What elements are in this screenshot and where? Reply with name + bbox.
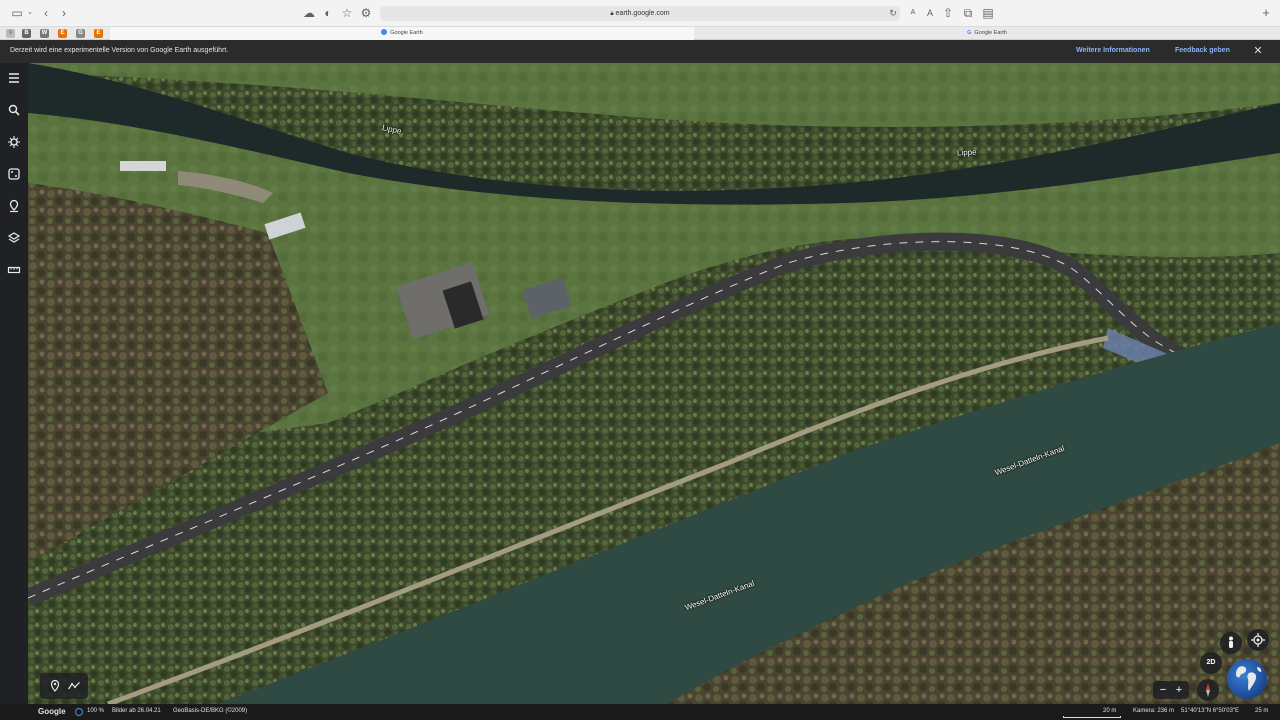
close-icon[interactable]: ✕ (1252, 45, 1264, 57)
voyager-icon[interactable] (6, 134, 22, 150)
zoom-out-button[interactable]: − (1157, 683, 1169, 697)
imagery-date[interactable]: Bilder ab 26.04.21 (112, 708, 161, 714)
shield-icon[interactable]: ◐ (322, 6, 334, 20)
scale-bar (1063, 716, 1121, 718)
label-lippe-2[interactable]: Lippe (957, 147, 977, 157)
street-view-button[interactable] (1220, 632, 1242, 654)
experimental-notice-bar: Derzeit wird eine experimentelle Version… (0, 40, 1280, 63)
tab-google-earth[interactable]: G Google Earth (694, 27, 1280, 40)
zoom-in-button[interactable]: + (1173, 683, 1185, 697)
text-smaller-icon[interactable]: A (908, 6, 918, 20)
feedback-link[interactable]: Feedback geben (1175, 47, 1230, 54)
back-icon[interactable]: ‹ (40, 6, 52, 20)
bookmarks-icon[interactable]: ≡ (6, 29, 15, 38)
path-icon[interactable] (67, 679, 81, 693)
share-icon[interactable]: ⇧ (942, 6, 954, 20)
lock-icon: 🔒︎ (610, 11, 614, 17)
google-g-icon: G (967, 30, 972, 36)
tab-title: Google Earth (390, 30, 423, 36)
attribution[interactable]: GeoBasis-DE/BKG (©2009) (173, 708, 247, 714)
globe-minimap[interactable] (1227, 659, 1267, 699)
sidebar-toggle-icon[interactable]: ▭ (10, 6, 24, 20)
google-logo: Google (38, 707, 66, 716)
tab-title: Google Earth (974, 30, 1007, 36)
menu-icon[interactable] (6, 70, 22, 86)
forward-icon[interactable]: › (58, 6, 70, 20)
status-bar: Google 100 % Bilder ab 26.04.21 GeoBasis… (0, 704, 1280, 720)
zoom-controls: − + (1153, 681, 1189, 699)
tab-google-earth-active[interactable]: Google Earth (110, 27, 694, 40)
more-info-link[interactable]: Weitere Informationen (1076, 47, 1150, 54)
notice-text: Derzeit wird eine experimentelle Version… (10, 47, 229, 54)
chevron-down-icon[interactable]: ⌄ (26, 6, 34, 20)
google-earth-favicon-icon (381, 29, 388, 35)
tab-strip: ≡ B W E G E Google Earth G Google Earth (0, 27, 1280, 40)
my-location-icon (1251, 633, 1265, 647)
map-style-icon[interactable] (6, 230, 22, 246)
map-tools-panel (40, 673, 88, 699)
text-larger-icon[interactable]: A (924, 6, 936, 20)
pegman-icon (1229, 636, 1233, 648)
new-tab-icon[interactable]: + (1260, 6, 1272, 20)
loading-ring-icon (75, 708, 83, 716)
place-pin-icon[interactable] (48, 679, 62, 693)
bookmark-item[interactable]: G (76, 29, 85, 38)
cloud-icon[interactable]: ☁ (302, 6, 316, 20)
elevation: 25 m (1255, 708, 1269, 714)
camera-altitude: Kamera: 236 m (1133, 708, 1175, 714)
compass-button[interactable] (1197, 679, 1219, 701)
map-view[interactable]: Lippe Lippe Wesel-Datteln-Kanal Wesel-Da… (28, 63, 1280, 704)
star-icon[interactable]: ☆ (341, 6, 353, 20)
toggle-2d-button[interactable]: 2D (1200, 652, 1222, 674)
extension-icon[interactable]: ▤ (982, 6, 994, 20)
scale-label: 20 m (1103, 708, 1117, 714)
loading-percent: 100 % (87, 708, 105, 714)
reload-icon[interactable]: ↻ (888, 6, 898, 20)
projects-icon[interactable] (6, 198, 22, 214)
browser-toolbar: ▭ ⌄ ‹ › ☁ ◐ ☆ ⚙ 🔒︎ earth.google.com ↻ A … (0, 0, 1280, 27)
globe-icon (1236, 666, 1262, 691)
bookmark-item[interactable]: E (94, 29, 103, 38)
bookmark-item[interactable]: W (40, 29, 49, 38)
url-text: earth.google.com (615, 10, 670, 17)
left-toolbar (0, 63, 28, 704)
address-bar[interactable]: 🔒︎ earth.google.com (380, 6, 900, 21)
shed-north (120, 161, 166, 171)
coordinates[interactable]: 51°40'13"N 6°50'03"E (1181, 708, 1239, 714)
bookmark-item[interactable]: E (58, 29, 67, 38)
search-icon[interactable] (6, 102, 22, 118)
bookmark-item[interactable]: B (22, 29, 31, 38)
feeling-lucky-icon[interactable] (6, 166, 22, 182)
measure-icon[interactable] (6, 262, 22, 278)
my-location-button[interactable] (1247, 629, 1269, 651)
compass-needle-icon (1206, 683, 1210, 697)
satellite-imagery[interactable] (28, 63, 1280, 704)
gear-icon[interactable]: ⚙ (360, 6, 372, 20)
tabs-overview-icon[interactable]: ⧉ (962, 6, 974, 20)
